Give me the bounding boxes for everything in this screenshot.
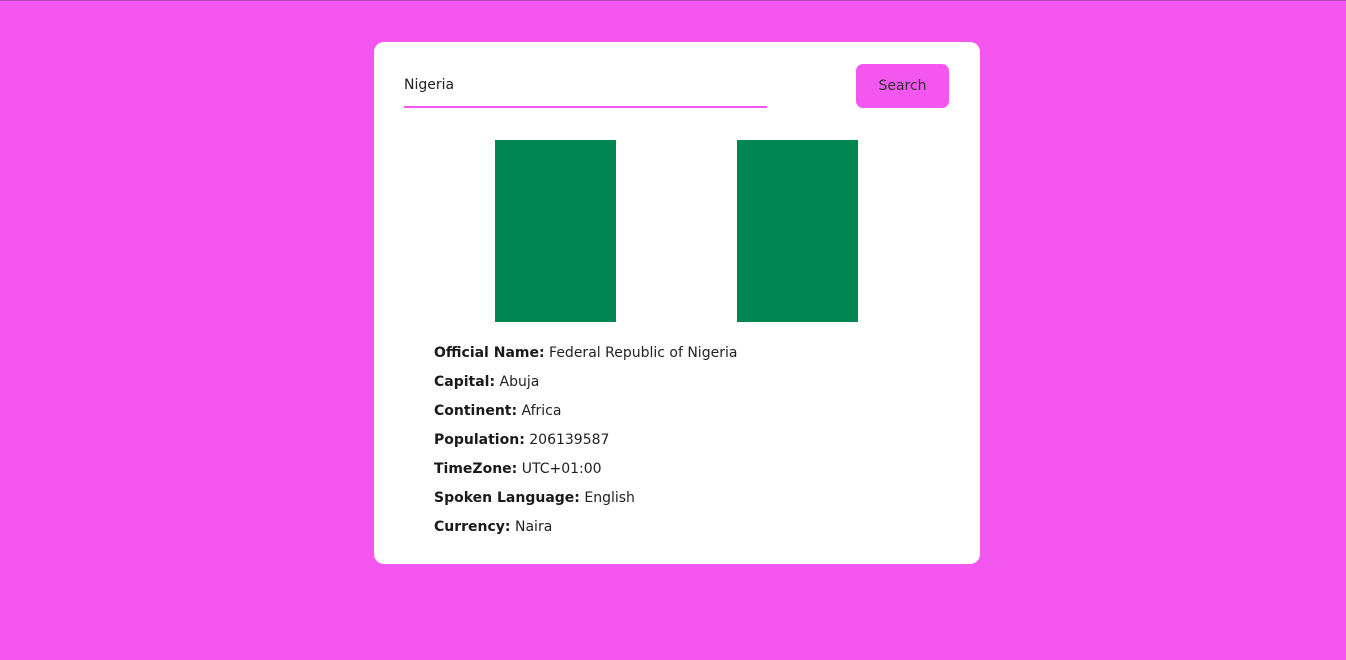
search-button[interactable]: Search [856,64,949,108]
detail-official-name: Official Name: Federal Republic of Niger… [434,341,934,370]
detail-value: English [584,490,635,506]
detail-capital: Capital: Abuja [434,370,934,399]
detail-value: Africa [521,403,562,419]
detail-label: Continent: [434,403,518,419]
detail-value: Federal Republic of Nigeria [549,345,738,361]
detail-label: Capital: [434,374,496,390]
country-flag [495,140,858,322]
detail-population: Population: 206139587 [434,428,934,457]
flag-stripe-center [616,140,737,322]
flag-stripe-right [737,140,858,322]
search-bar: Search [404,64,949,108]
detail-value: UTC+01:00 [521,461,602,477]
detail-timezone: TimeZone: UTC+01:00 [434,457,934,486]
country-card: Search Official Name: Federal Republic o… [374,42,980,564]
detail-label: Spoken Language: [434,490,580,506]
flag-stripe-left [495,140,616,322]
detail-label: TimeZone: [434,461,518,477]
detail-label: Currency: [434,519,511,535]
detail-spoken-language: Spoken Language: English [434,486,934,515]
detail-currency: Currency: Naira [434,515,934,544]
detail-value: Naira [515,519,553,535]
country-details: Official Name: Federal Republic of Niger… [434,341,934,544]
search-input[interactable] [404,64,767,108]
detail-continent: Continent: Africa [434,399,934,428]
detail-label: Official Name: [434,345,545,361]
detail-value: Abuja [499,374,540,390]
detail-value: 206139587 [529,432,610,448]
detail-label: Population: [434,432,525,448]
